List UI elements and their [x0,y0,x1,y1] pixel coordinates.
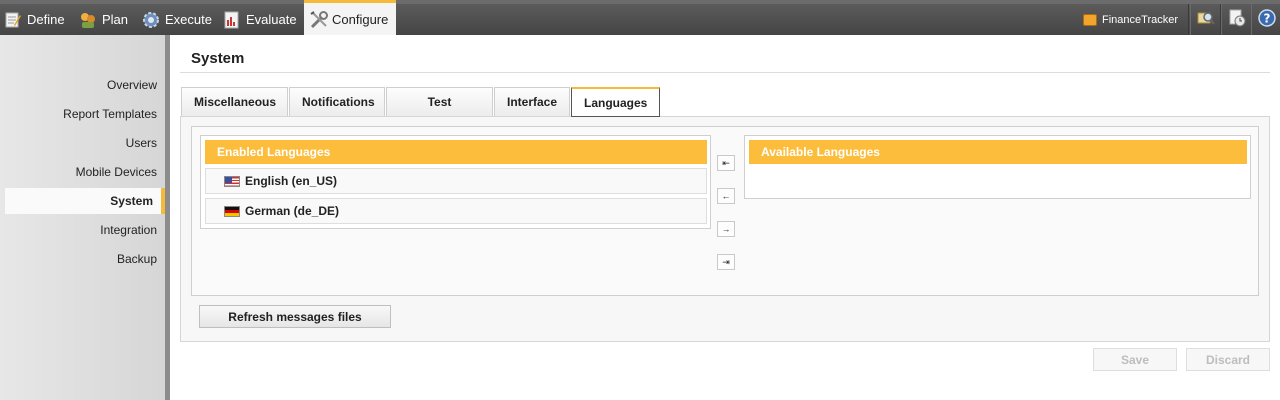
nav-label: Configure [332,11,389,27]
nav-evaluate[interactable]: Evaluate [223,4,297,35]
history-button[interactable] [1221,4,1252,35]
app-icon [1083,13,1097,26]
nav-label: Plan [102,12,129,27]
tab-miscellaneous[interactable]: Miscellaneous [181,87,288,116]
tab-notifications[interactable]: Notifications [289,87,385,116]
tab-interface[interactable]: Interface [494,87,570,116]
move-left-button[interactable]: ← [717,188,735,204]
nav-define[interactable]: Define [4,4,65,35]
nav-execute[interactable]: Execute [142,4,212,35]
enabled-languages-header: Enabled Languages [205,140,707,164]
svg-text:?: ? [1263,12,1270,26]
available-languages-header: Available Languages [749,140,1247,164]
help-button[interactable]: ? [1251,4,1280,35]
available-languages-list: Available Languages [744,135,1251,199]
language-label: English (en_US) [245,174,338,188]
language-label: German (de_DE) [245,204,340,218]
us-flag-icon [224,175,240,187]
sidebar-item-integration[interactable]: Integration [0,217,157,243]
move-right-button[interactable]: → [717,221,735,237]
sidebar-item-backup[interactable]: Backup [0,246,157,272]
top-navigation-bar: Define Plan Execute Evaluate Configure F… [0,0,1280,35]
app-switcher-button[interactable]: FinanceTracker [1077,4,1189,35]
search-icon [1196,8,1216,31]
sidebar-item-report-templates[interactable]: Report Templates [0,101,157,127]
language-item-de-de[interactable]: German (de_DE) [205,198,707,224]
move-all-left-button[interactable]: ⇤ [717,155,735,171]
sidebar-item-overview[interactable]: Overview [0,72,157,98]
sidebar-item-system[interactable]: System [5,188,165,214]
nav-label: Evaluate [246,12,297,27]
tab-test-execution[interactable]: Test Execution [386,87,493,137]
enabled-languages-list: Enabled Languages English (en_US) German… [200,135,711,229]
execute-icon [142,11,160,29]
title-divider [180,72,1270,73]
discard-button[interactable]: Discard [1186,348,1270,371]
evaluate-icon [223,11,241,29]
sidebar-item-users[interactable]: Users [0,130,157,156]
app-name: FinanceTracker [1102,13,1179,26]
nav-plan[interactable]: Plan [79,4,128,35]
configure-icon [309,10,328,29]
refresh-messages-files-button[interactable]: Refresh messages files [199,305,391,328]
nav-label: Execute [165,12,212,27]
tab-languages[interactable]: Languages [571,87,660,117]
language-item-en-us[interactable]: English (en_US) [205,168,707,194]
move-all-right-button[interactable]: ⇥ [717,254,735,270]
sidebar-item-mobile-devices[interactable]: Mobile Devices [0,159,157,185]
sidebar: Overview Report Templates Users Mobile D… [0,35,170,400]
de-flag-icon [224,205,240,217]
define-icon [4,11,22,29]
plan-icon [79,11,97,29]
help-icon: ? [1257,8,1277,31]
nav-label: Define [27,12,65,27]
document-clock-icon [1227,8,1247,31]
save-button[interactable]: Save [1093,348,1177,371]
page-title: System [191,50,245,67]
nav-configure[interactable]: Configure [304,0,397,35]
search-button[interactable] [1190,4,1221,35]
